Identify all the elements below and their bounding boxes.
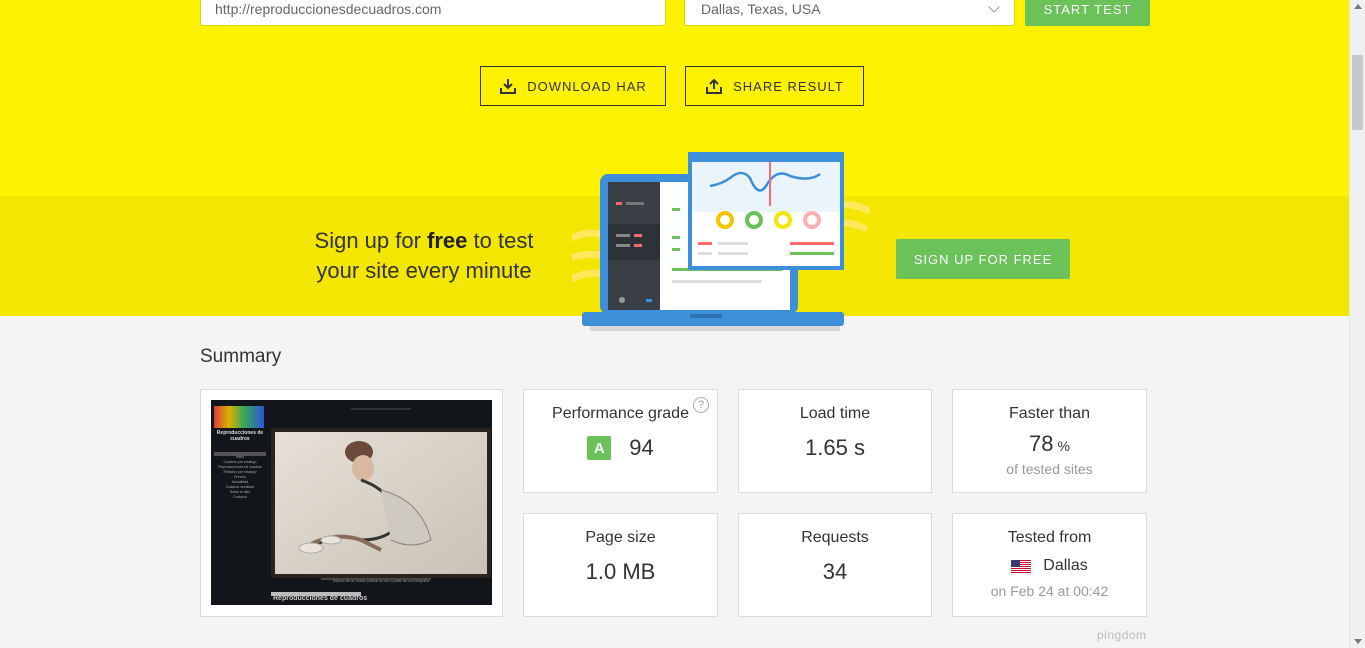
requests-card: Requests 34: [738, 513, 932, 617]
performance-grade-card: ? Performance grade A 94: [523, 389, 718, 493]
promo-line2: your site every minute: [316, 258, 532, 283]
faster-than-value: 78: [1029, 431, 1054, 456]
help-icon[interactable]: ?: [693, 397, 709, 413]
screenshot-menu: Inicio Cuadros por encargo Reproduccione…: [214, 455, 266, 500]
tested-from-card: Tested from Dallas on Feb 24 at 00:42: [952, 513, 1147, 617]
share-icon: [706, 78, 723, 94]
screenshot-caption: Réplica de un cuadro pintado al óleo a p…: [332, 579, 430, 583]
load-time-label: Load time: [799, 405, 871, 422]
promo-line1-bold: free: [427, 228, 468, 253]
dashboard-illustration: [572, 152, 871, 331]
summary-heading: Summary: [200, 346, 282, 367]
faster-than-card: Faster than 78% of tested sites: [952, 389, 1147, 493]
load-time-value: 1.65 s: [805, 435, 865, 460]
pingdom-watermark: pingdom: [1097, 628, 1147, 642]
screenshot-menu-item: Contacto: [232, 495, 247, 499]
url-input-value: http://reproduccionesdecuadros.com: [215, 1, 442, 17]
scroll-up-arrow-icon[interactable]: [1354, 4, 1362, 9]
tested-from-location: Dallas: [953, 557, 1146, 575]
faster-than-sub: of tested sites: [1006, 461, 1093, 477]
tested-from-city: Dallas: [1043, 557, 1088, 574]
url-input[interactable]: http://reproduccionesdecuadros.com: [200, 0, 666, 26]
faster-than-row: 78%: [953, 431, 1146, 457]
promo-line1-prefix: Sign up for: [314, 228, 428, 253]
percent-unit: %: [1057, 438, 1070, 454]
share-result-button[interactable]: SHARE RESULT: [685, 66, 864, 106]
start-test-button[interactable]: START TEST: [1025, 0, 1150, 26]
page-size-value: 1.0 MB: [585, 559, 656, 584]
chevron-down-icon: [988, 1, 1000, 13]
location-select-value: Dallas, Texas, USA: [701, 1, 821, 17]
screenshot-logo-text: Reproducciones de cuadros: [216, 430, 264, 442]
download-icon: [500, 79, 517, 94]
share-result-label: SHARE RESULT: [733, 78, 844, 94]
scroll-down-arrow-icon[interactable]: [1354, 639, 1362, 644]
us-flag-icon: [1011, 559, 1032, 573]
download-har-label: DOWNLOAD HAR: [527, 78, 647, 94]
vertical-scrollbar[interactable]: [1349, 0, 1365, 648]
site-screenshot-card: Reproducciones de cuadros Inicio Cuadros…: [200, 389, 503, 617]
requests-value: 34: [822, 559, 848, 584]
tested-from-label: Tested from: [1007, 529, 1092, 546]
screenshot-footer-title: Reproducciones de cuadros: [273, 595, 368, 602]
signup-free-button[interactable]: SIGN UP FOR FREE: [896, 239, 1070, 279]
tested-from-date: on Feb 24 at 00:42: [990, 583, 1109, 599]
performance-score: 94: [629, 435, 654, 460]
signup-promo-text: Sign up for free to test your site every…: [284, 226, 564, 286]
load-time-card: Load time 1.65 s: [738, 389, 932, 493]
faster-than-label: Faster than: [1009, 405, 1090, 422]
performance-grade-row: A 94: [524, 435, 717, 461]
download-har-button[interactable]: DOWNLOAD HAR: [480, 66, 666, 106]
grade-badge: A: [587, 436, 612, 460]
requests-label: Requests: [801, 529, 869, 546]
site-screenshot: Reproducciones de cuadros Inicio Cuadros…: [211, 400, 492, 605]
page-size-label: Page size: [585, 529, 656, 546]
scroll-thumb[interactable]: [1352, 55, 1363, 130]
promo-line1-suffix: to test: [467, 228, 534, 253]
performance-grade-label: Performance grade: [552, 405, 689, 422]
page-size-card: Page size 1.0 MB: [523, 513, 718, 617]
location-select[interactable]: Dallas, Texas, USA: [684, 0, 1015, 26]
